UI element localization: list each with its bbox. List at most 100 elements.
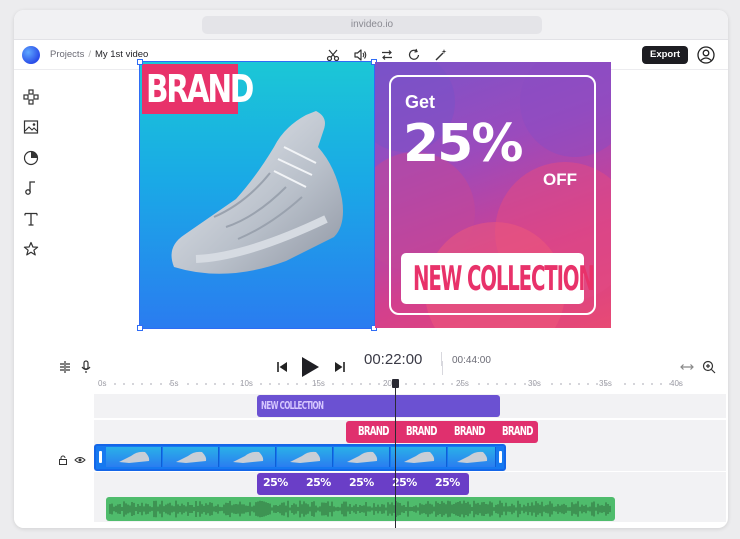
lock-icon[interactable] (58, 452, 68, 470)
total-time: 00:44:00 (452, 355, 491, 366)
breadcrumb-projects[interactable]: Projects (50, 49, 84, 60)
clip-sneaker-video[interactable] (94, 444, 506, 471)
ruler-dot (423, 383, 426, 385)
ruler-dot (578, 383, 581, 385)
collection-text: NEW COLLECTION (413, 259, 595, 299)
ruler-dot (377, 383, 380, 385)
ruler-dot (359, 383, 362, 385)
collection-badge[interactable]: NEW COLLECTION (401, 253, 595, 304)
ruler-dot (150, 383, 153, 385)
clip-brand[interactable]: BRAND BRAND BRAND BRAND (346, 421, 538, 443)
split-icon[interactable] (58, 357, 72, 377)
ruler-dot (205, 383, 207, 385)
media-icon[interactable] (22, 118, 40, 136)
breadcrumb: Projects / My 1st video (50, 49, 148, 60)
slide-product[interactable]: BRAND (137, 59, 377, 331)
ruler-dot (132, 383, 135, 385)
app-logo-icon[interactable] (22, 46, 40, 64)
ruler-dot (368, 383, 371, 385)
clip-label: 25% (263, 476, 288, 489)
fit-width-icon[interactable] (680, 357, 694, 377)
clip-audio[interactable] (106, 497, 615, 521)
skip-forward-icon[interactable] (334, 357, 346, 377)
playhead[interactable] (395, 382, 396, 528)
ruler-dot (650, 383, 653, 385)
video-thumbnail (106, 447, 162, 467)
clip-label: BRAND (358, 424, 389, 438)
ruler-dot (459, 383, 462, 385)
text-icon[interactable] (22, 210, 40, 228)
shapes-icon[interactable] (22, 88, 40, 106)
stickers-icon[interactable] (22, 149, 40, 167)
sneaker-image[interactable] (166, 107, 350, 277)
ruler-dot (186, 383, 189, 385)
clip-label: 25% (306, 476, 331, 489)
clip-trim-handle-right[interactable] (499, 451, 502, 463)
ruler-dot (159, 383, 162, 385)
skip-back-icon[interactable] (276, 357, 288, 377)
microphone-icon[interactable] (80, 357, 92, 377)
ruler-dot (550, 383, 553, 385)
promo-get-text[interactable]: Get (405, 92, 435, 113)
star-icon[interactable] (22, 240, 40, 258)
ruler-dot (332, 383, 335, 385)
clip-trim-handle-left[interactable] (99, 451, 102, 463)
browser-bar: invideo.io (14, 10, 728, 40)
ruler-dot (232, 383, 235, 385)
video-thumbnail (448, 447, 496, 467)
track-video (94, 444, 726, 471)
playhead-handle[interactable] (392, 379, 399, 388)
ruler-dot (496, 383, 499, 385)
ruler-dot (414, 383, 417, 385)
clip-25-percent[interactable]: 25% 25% 25% 25% 25% (257, 473, 469, 495)
ruler-dot (559, 383, 562, 385)
promo-percent-text[interactable]: 25% (403, 114, 523, 174)
track-audio (94, 496, 726, 522)
ruler-dot (641, 383, 644, 385)
track-offer: 25% 25% 25% 25% 25% (94, 472, 726, 496)
timeline-ruler[interactable]: 0s 5s 10s 15s 20s 25s 30s 35s 40s (96, 376, 724, 390)
ruler-label: 25s (456, 379, 469, 388)
promo-off-text[interactable]: OFF (543, 170, 577, 190)
video-thumbnail (334, 447, 390, 467)
export-button[interactable]: Export (642, 46, 689, 64)
ruler-dot (223, 383, 226, 385)
ruler-dot (405, 383, 408, 385)
clip-new-collection[interactable]: NEW COLLECTION (257, 395, 500, 417)
left-sidebar (14, 71, 48, 528)
current-time: 00:22:00 (364, 351, 423, 368)
ruler-dot (341, 383, 344, 385)
video-thumbnail (220, 447, 276, 467)
eye-icon[interactable] (74, 452, 86, 470)
breadcrumb-separator: / (88, 49, 91, 60)
ruler-dot (523, 383, 526, 385)
resize-handle-bl[interactable] (137, 325, 143, 331)
clip-label: BRAND (406, 424, 437, 438)
brand-text: BRAND (146, 67, 254, 111)
music-icon[interactable] (22, 179, 40, 197)
url-bar[interactable]: invideo.io (202, 16, 542, 34)
ruler-dot (387, 383, 389, 385)
ruler-dot (268, 383, 271, 385)
zoom-in-icon[interactable] (702, 357, 716, 377)
ruler-dot (168, 383, 171, 385)
ruler-dot (296, 383, 298, 385)
play-icon[interactable] (300, 357, 320, 377)
time-divider (442, 361, 443, 375)
user-avatar-icon[interactable] (697, 46, 715, 64)
track-text: NEW COLLECTION (94, 394, 726, 418)
ruler-label: 0s (98, 379, 107, 388)
ruler-dot (450, 383, 453, 385)
ruler-dot (195, 383, 198, 385)
video-thumbnail (277, 447, 333, 467)
ruler-dot (214, 383, 217, 385)
video-thumbnail (163, 447, 219, 467)
ruler-dot (259, 383, 262, 385)
resize-handle-tl[interactable] (137, 59, 143, 65)
slide-promo[interactable]: Get 25% OFF NEW COLLECTION (375, 62, 611, 328)
ruler-dot (114, 383, 116, 385)
ruler-label: 40s (670, 379, 683, 388)
clip-label: NEW COLLECTION (261, 399, 324, 412)
clip-label: 25% (349, 476, 374, 489)
clip-label: BRAND (454, 424, 485, 438)
